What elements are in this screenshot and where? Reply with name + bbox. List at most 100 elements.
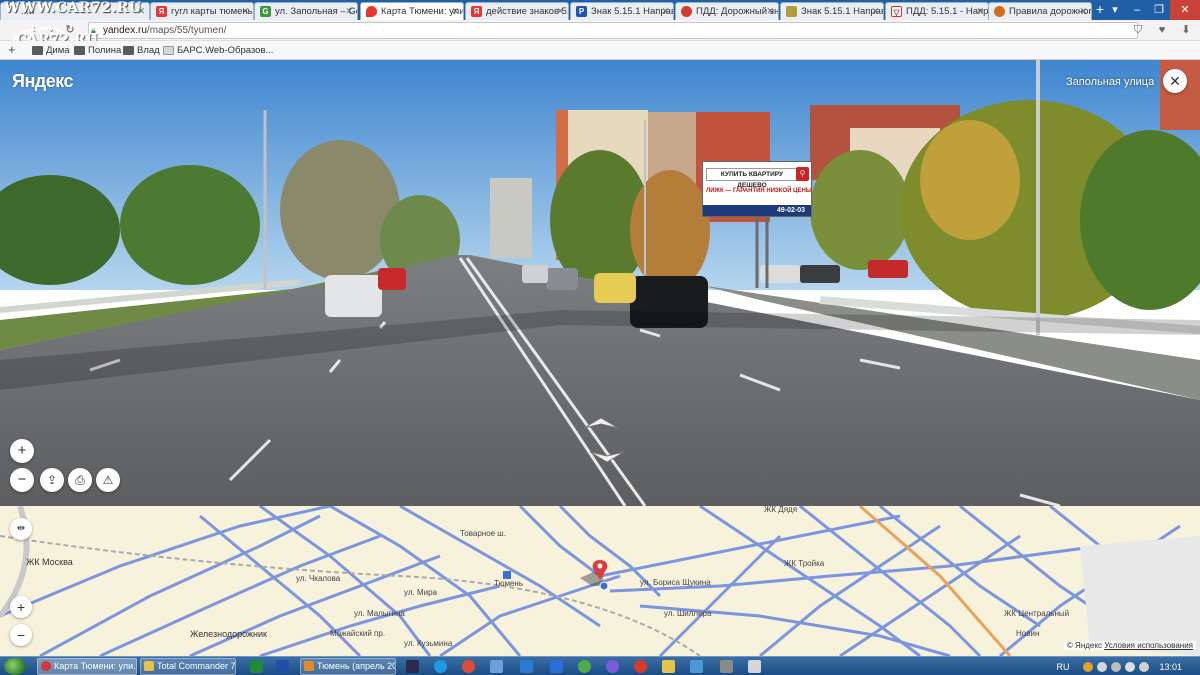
map-label: Новин xyxy=(1016,629,1040,638)
tab-close-icon[interactable]: ✕ xyxy=(871,3,879,20)
bookmark-bars-web[interactable]: БАРС.Web-Образов... xyxy=(163,44,273,57)
clock[interactable]: 13:01 xyxy=(1159,662,1182,672)
bookmark-folder-dima[interactable]: Дима xyxy=(32,44,70,57)
report-warning-icon[interactable]: ⚠ xyxy=(96,468,120,492)
zoom-out-button[interactable]: − xyxy=(10,468,34,492)
maximize-icon[interactable]: ❐ xyxy=(1148,0,1170,20)
map-label: ул. Мира xyxy=(404,588,437,597)
move-forward-arrow-icon[interactable] xyxy=(582,416,620,430)
browser-tab[interactable]: P Знак 5.15.1 Направл ✕ xyxy=(570,2,674,20)
window-controls: ▾ – ❐ ✕ xyxy=(1104,0,1200,20)
window-close-icon[interactable]: ✕ xyxy=(1170,0,1200,20)
tray-app-icon[interactable] xyxy=(1083,661,1094,672)
advertising-billboard: КУПИТЬ КВАРТИРУ ДЕШЕВО ⚲ ЛИЖК — ГАРАНТИЯ… xyxy=(702,161,812,217)
close-panorama-button[interactable]: ✕ xyxy=(1163,69,1187,93)
volume-icon[interactable] xyxy=(1139,661,1150,672)
map-label: ЖК Дядя xyxy=(764,506,798,514)
print-icon[interactable]: ⎙ xyxy=(68,468,92,492)
browser-tab[interactable]: Знак 5.15.1 Направ ✕ xyxy=(780,2,884,20)
tab-close-icon[interactable]: ✕ xyxy=(556,3,564,20)
add-bookmark-plus-icon[interactable]: + xyxy=(8,42,16,57)
street-name-label: Запольная улица xyxy=(1066,76,1155,88)
windows-taskbar: Карта Тюмени: ули... Total Commander 7..… xyxy=(0,656,1200,675)
photoshop-icon[interactable] xyxy=(406,660,419,673)
map-zoom-out-button[interactable]: − xyxy=(10,624,32,646)
parking-favicon-icon: P xyxy=(576,6,587,17)
collapse-map-icon[interactable]: ⇹ xyxy=(10,518,32,540)
address-bar[interactable]: 🔒︎ yandex.ru/maps/55/tyumen/ xyxy=(88,22,1138,39)
move-back-arrow-icon[interactable] xyxy=(588,450,626,464)
tool-app-icon[interactable] xyxy=(720,660,733,673)
yandex-favicon-icon: Я xyxy=(156,6,167,17)
folder-icon xyxy=(32,46,43,55)
panorama-scene xyxy=(0,60,1200,506)
viber-icon[interactable] xyxy=(606,660,619,673)
terms-of-use-link[interactable]: Условия использования xyxy=(1104,641,1193,650)
excel-icon[interactable] xyxy=(250,660,263,673)
map-label: Тюмень xyxy=(494,579,523,588)
shield-icon[interactable]: ⛉ xyxy=(1130,22,1146,38)
minimize-icon[interactable]: – xyxy=(1126,0,1148,20)
tab-close-icon[interactable]: ✕ xyxy=(766,3,774,20)
browser-tab[interactable]: ▽ ПДД: 5.15.1 - Направ ✕ xyxy=(885,2,989,20)
billboard-slogan: ЛИЖК — ГАРАНТИЯ НИЗКОЙ ЦЕНЫ xyxy=(706,188,812,194)
site-watermark: WWW.CAR72.RU xyxy=(4,0,142,16)
browser-tab-active[interactable]: Карта Тюмени: улиц ✕ xyxy=(360,2,464,20)
folder-icon xyxy=(123,46,134,55)
network-icon[interactable] xyxy=(1125,661,1136,672)
utorrent-icon[interactable] xyxy=(578,660,591,673)
copyright-text: © Яндекс xyxy=(1066,641,1102,650)
favorite-heart-icon[interactable]: ♥ xyxy=(1154,22,1170,38)
language-indicator[interactable]: RU xyxy=(1056,662,1069,672)
map-label: Можайский пр. xyxy=(330,629,386,638)
taskbar-task-total-commander[interactable]: Total Commander 7.... xyxy=(140,658,236,675)
share-icon[interactable]: ⇪ xyxy=(40,468,64,492)
chrome-icon[interactable] xyxy=(462,660,475,673)
bookmark-folder-polina[interactable]: Полина xyxy=(74,44,121,57)
browser-tab[interactable]: Правила дорожного ✕ xyxy=(988,2,1092,20)
browser-tab[interactable]: Я гугл карты тюмень - ✕ xyxy=(150,2,254,20)
map-label: ЖК Центральный xyxy=(1004,609,1070,618)
taskbar-task-browser[interactable]: Карта Тюмени: ули... xyxy=(37,658,137,675)
browser-tab[interactable]: Я действие знаков 5.1 ✕ xyxy=(465,2,569,20)
windows-app-icon[interactable] xyxy=(550,660,563,673)
task-label: Карта Тюмени: ули... xyxy=(54,661,137,671)
map-label: ул. Шиллера xyxy=(664,609,712,618)
billboard-phone: 49-02-03 xyxy=(703,205,811,216)
app-icon[interactable] xyxy=(490,660,503,673)
browser-tab[interactable]: ПДД: Дорожный зна ✕ xyxy=(675,2,779,20)
media-app-icon[interactable] xyxy=(690,660,703,673)
tab-close-icon[interactable]: ✕ xyxy=(451,3,459,20)
bookmark-label: Влад xyxy=(137,45,160,56)
browser-tab-strip: ✕ ...и Я гугл карты тюмень - ✕ G ул. Зап… xyxy=(0,0,1200,20)
map-label: ул. Кузьмина xyxy=(404,639,453,648)
tab-close-icon[interactable]: ✕ xyxy=(976,3,984,20)
download-icon[interactable]: ⬇ xyxy=(1178,22,1194,38)
map-zoom-in-button[interactable]: + xyxy=(10,596,32,618)
start-button[interactable] xyxy=(4,658,26,675)
tab-close-icon[interactable]: ✕ xyxy=(241,3,249,20)
taskbar-task-photo[interactable]: Тюмень (апрель 20... xyxy=(300,658,396,675)
document-app-icon[interactable] xyxy=(748,660,761,673)
tray-icon[interactable] xyxy=(1111,661,1122,672)
word-icon[interactable] xyxy=(276,660,289,673)
zoom-in-button[interactable]: + xyxy=(10,439,34,463)
map-label: ул. Бориса Щукина xyxy=(640,578,711,587)
tab-close-icon[interactable]: ✕ xyxy=(345,3,353,20)
street-panorama[interactable]: Яндекс Запольная улица КУПИТЬ КВАРТИРУ Д… xyxy=(0,60,1200,506)
tray-icon[interactable] xyxy=(1097,661,1108,672)
opera-pinned-icon[interactable] xyxy=(634,660,647,673)
opera-icon xyxy=(41,661,51,671)
triangle-favicon-icon: ▽ xyxy=(891,6,902,17)
bookmark-folder-vlad[interactable]: Влад xyxy=(123,44,160,57)
browser-tab[interactable]: G ул. Запольная – Goo ✕ xyxy=(254,2,358,20)
network-app-icon[interactable] xyxy=(520,660,533,673)
google-maps-favicon-icon: G xyxy=(260,6,271,17)
folder-app-icon[interactable] xyxy=(662,660,675,673)
map-label: Железнодорожник xyxy=(190,629,267,639)
mini-map[interactable]: ЖК Москва Железнодорожник Тюмень ул. Мир… xyxy=(0,506,1200,656)
tab-close-icon[interactable]: ✕ xyxy=(661,3,669,20)
skype-icon[interactable] xyxy=(434,660,447,673)
tab-list-chevron-icon[interactable]: ▾ xyxy=(1104,0,1126,20)
tab-close-icon[interactable]: ✕ xyxy=(1079,3,1087,20)
